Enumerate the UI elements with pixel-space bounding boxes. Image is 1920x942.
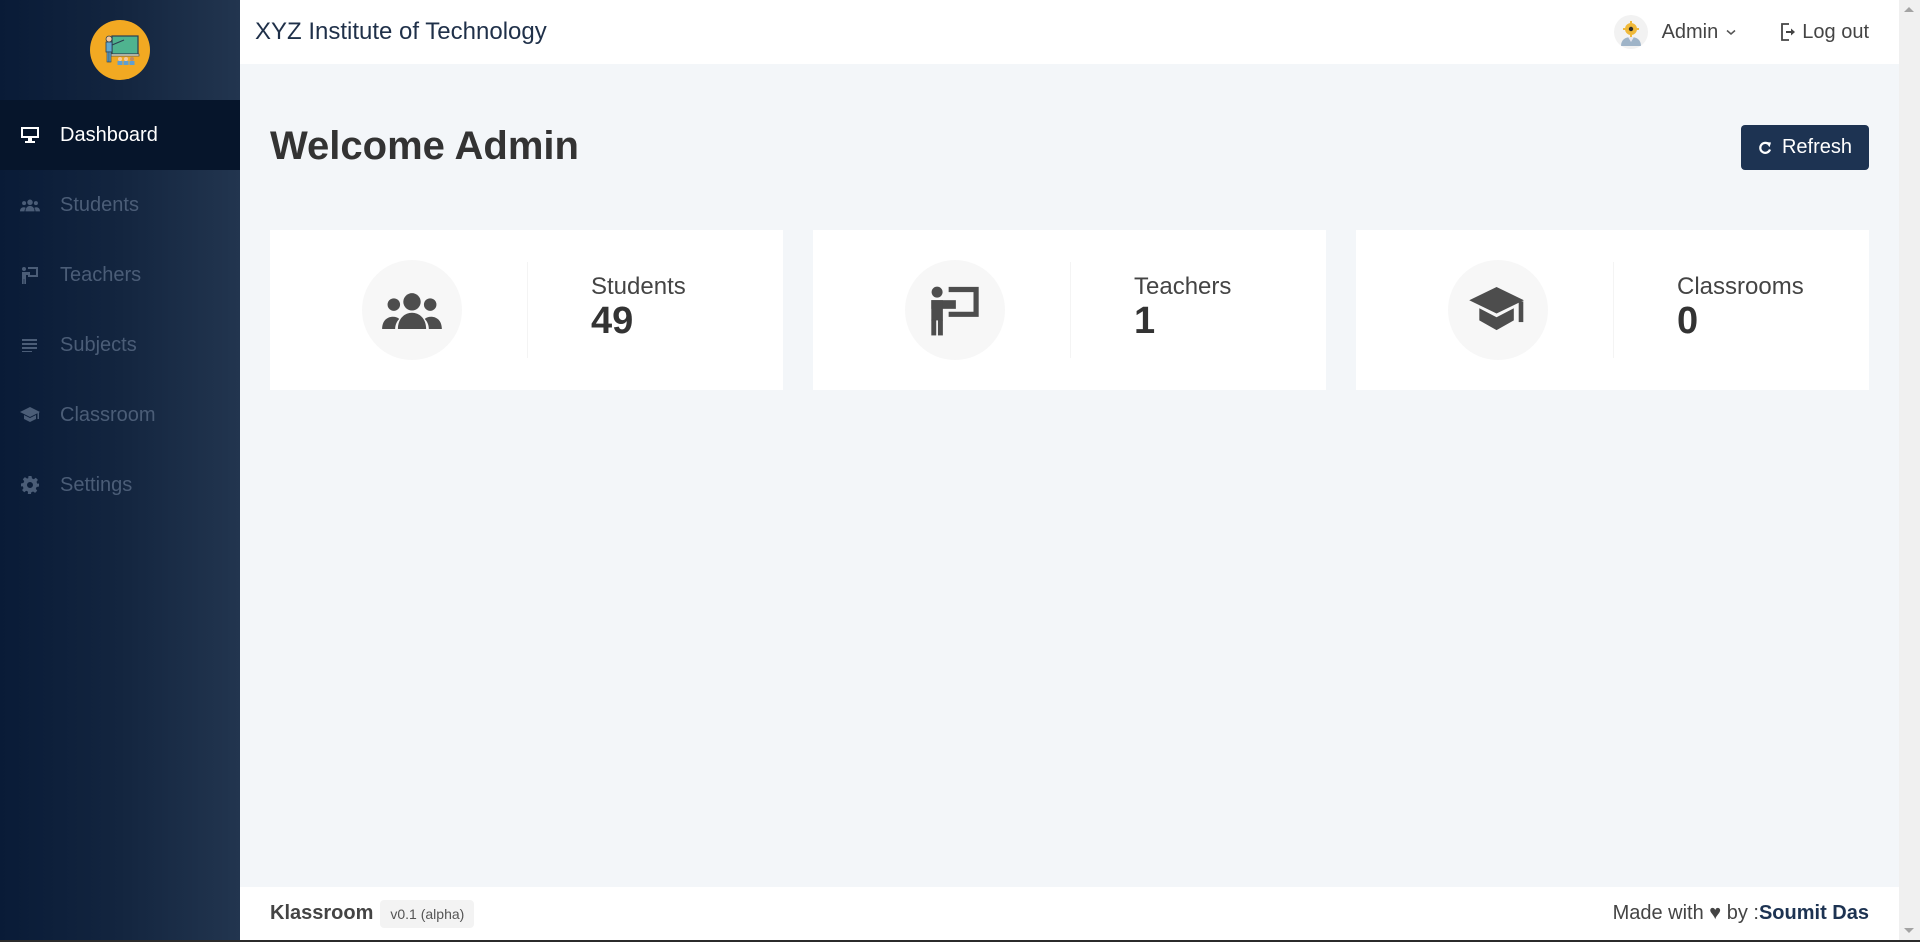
version-badge: v0.1 (alpha): [380, 899, 475, 928]
card-divider: [1613, 262, 1614, 358]
user-menu-toggle[interactable]: Admin: [1613, 15, 1737, 49]
stat-card-classrooms[interactable]: Classrooms 0: [1356, 230, 1869, 390]
sidebar-item-label: Dashboard: [60, 123, 158, 146]
app-root: Dashboard Students Teachers Subjects Cla…: [0, 0, 1920, 942]
stat-card-students[interactable]: Students 49: [270, 230, 783, 390]
header-actions: Admin Log out: [1613, 15, 1869, 49]
graduation-cap-icon: [20, 405, 40, 425]
footer-app-name: Klassroom: [270, 902, 374, 924]
scroll-up-arrow-icon[interactable]: [1904, 7, 1914, 12]
card-label: Classrooms: [1677, 273, 1804, 300]
card-info: Teachers 1: [1134, 273, 1231, 341]
gear-icon: [20, 475, 40, 495]
user-name: Admin: [1661, 20, 1719, 43]
refresh-icon: [1759, 141, 1772, 154]
vertical-scrollbar[interactable]: [1899, 0, 1920, 940]
card-info: Classrooms 0: [1677, 273, 1804, 341]
refresh-label: Refresh: [1781, 136, 1853, 158]
sidebar: Dashboard Students Teachers Subjects Cla…: [0, 0, 240, 942]
main-content: Welcome Admin Refresh Students 49 Teache…: [240, 64, 1899, 887]
card-divider: [1070, 262, 1071, 358]
sidebar-item-teachers[interactable]: Teachers: [0, 240, 240, 310]
app-logo[interactable]: [90, 20, 150, 80]
scroll-down-arrow-icon[interactable]: [1904, 928, 1914, 933]
stats-cards: Students 49 Teachers 1 Classrooms 0: [270, 230, 1869, 390]
card-label: Teachers: [1134, 273, 1232, 300]
footer-credit: Made with ♥ by :Soumit Das: [1613, 902, 1869, 925]
sidebar-item-students[interactable]: Students: [0, 170, 240, 240]
sidebar-nav: Dashboard Students Teachers Subjects Cla…: [0, 100, 240, 520]
author-link[interactable]: Soumit Das: [1759, 902, 1869, 924]
card-info: Students 49: [591, 273, 686, 341]
users-icon: [20, 195, 40, 215]
card-label: Students: [591, 273, 686, 300]
card-divider: [527, 262, 528, 358]
logout-label: Log out: [1802, 20, 1869, 43]
chalkboard-teacher-icon: [20, 265, 40, 285]
sidebar-item-dashboard[interactable]: Dashboard: [0, 100, 240, 170]
logout-icon: [1781, 23, 1796, 41]
list-lines-icon: [20, 335, 40, 355]
users-icon: [362, 260, 462, 360]
card-count: 0: [1677, 300, 1699, 342]
logout-button[interactable]: Log out: [1780, 21, 1869, 44]
graduation-cap-icon: [1448, 260, 1548, 360]
sidebar-item-label: Teachers: [60, 263, 142, 286]
teacher-board-icon: [105, 35, 140, 65]
stat-card-teachers[interactable]: Teachers 1: [813, 230, 1326, 390]
sidebar-item-label: Settings: [60, 473, 133, 496]
page-title: Welcome Admin: [270, 124, 579, 168]
chevron-down-icon: [1726, 29, 1736, 36]
card-count: 49: [591, 300, 634, 342]
footer: Klassroom v0.1 (alpha) Made with ♥ by :S…: [240, 887, 1899, 940]
sidebar-item-classroom[interactable]: Classroom: [0, 380, 240, 450]
logo-area: [0, 0, 240, 100]
refresh-button[interactable]: Refresh: [1741, 125, 1869, 170]
sidebar-item-label: Students: [60, 193, 139, 216]
sidebar-item-label: Classroom: [60, 403, 156, 426]
card-count: 1: [1134, 300, 1156, 342]
chalkboard-teacher-icon: [905, 260, 1005, 360]
admin-avatar-icon: [1620, 21, 1641, 46]
sidebar-item-settings[interactable]: Settings: [0, 450, 240, 520]
credit-prefix: Made with ♥ by :: [1612, 902, 1759, 924]
avatar: [1613, 15, 1648, 49]
sidebar-item-subjects[interactable]: Subjects: [0, 310, 240, 380]
top-header: XYZ Institute of Technology Admin Log ou…: [240, 0, 1899, 64]
institute-name: XYZ Institute of Technology: [255, 18, 547, 45]
monitor-icon: [20, 125, 40, 145]
sidebar-item-label: Subjects: [60, 333, 137, 356]
